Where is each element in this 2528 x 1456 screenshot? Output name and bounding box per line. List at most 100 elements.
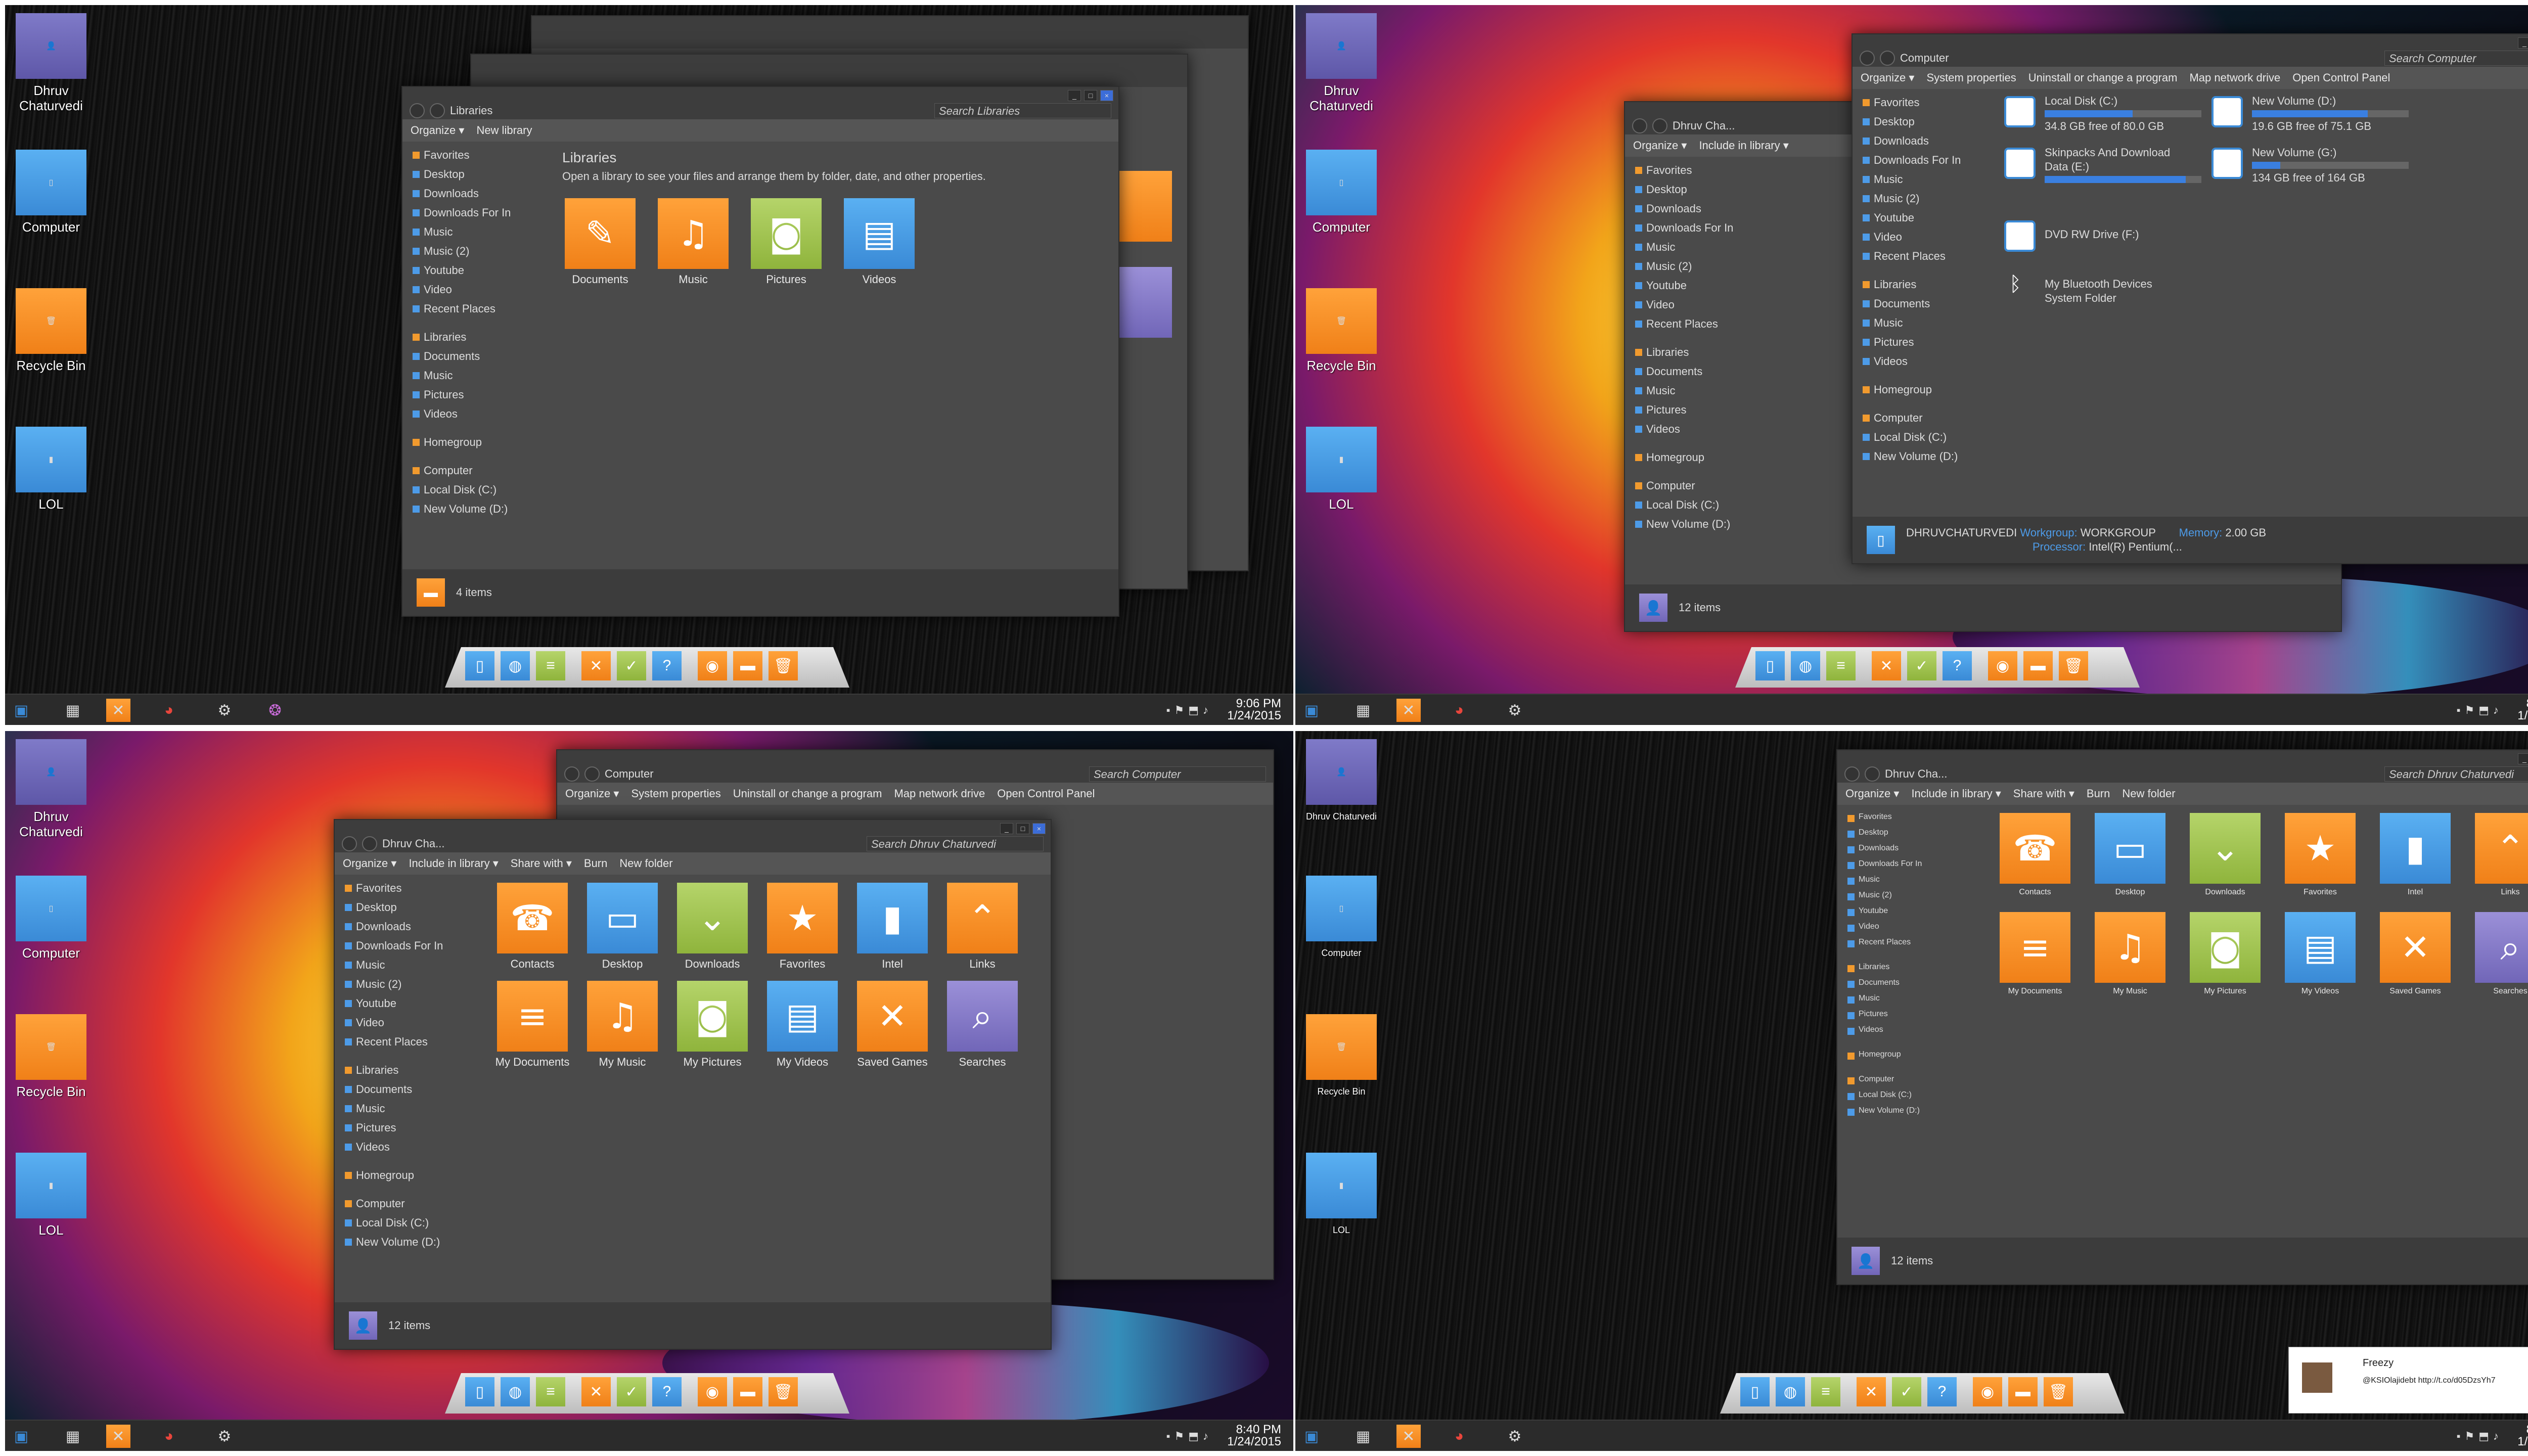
system-tray[interactable]: ▪⚑⬒♪ xyxy=(2457,1430,2503,1443)
folder-favorites[interactable]: ★ Favorites xyxy=(2282,813,2358,897)
nav-item[interactable]: New Volume (D:) xyxy=(412,499,544,519)
apps-grid-icon[interactable]: ▦ xyxy=(61,1425,85,1448)
nav-computer[interactable]: Computer xyxy=(412,461,544,480)
dock-globe-icon[interactable]: ◍ xyxy=(501,1377,530,1406)
settings-gear-icon[interactable]: ⚙ xyxy=(1503,699,1527,722)
clock[interactable]: 8:41 PM1/24/2015 xyxy=(2517,698,2528,722)
desktop-icon-lol[interactable]: ▮ LOL xyxy=(8,427,94,512)
start-button-icon[interactable]: ▣ xyxy=(1299,1425,1324,1448)
minimize-button[interactable]: _ xyxy=(1068,90,1081,101)
folder-my-documents[interactable]: ≡ My Documents xyxy=(494,981,570,1069)
breadcrumb[interactable]: Dhruv Cha... xyxy=(1673,119,1735,132)
dock-games-icon[interactable]: ✕ xyxy=(581,1377,611,1406)
map-network-drive-button[interactable]: Map network drive xyxy=(2189,71,2280,84)
folder-desktop[interactable]: ▭ Desktop xyxy=(584,883,660,971)
nav-item[interactable]: Youtube xyxy=(412,261,544,280)
settings-gear-icon[interactable]: ⚙ xyxy=(212,699,237,722)
games-taskbar-icon[interactable]: ✕ xyxy=(106,699,130,722)
dock-trash-icon[interactable]: 🗑 xyxy=(2044,1377,2073,1406)
dock-trash-icon[interactable]: 🗑 xyxy=(769,651,798,680)
folder-searches[interactable]: ⌕ Searches xyxy=(2472,912,2528,996)
dock-help-icon[interactable]: ? xyxy=(1943,651,1972,680)
folder-saved-games[interactable]: ✕ Saved Games xyxy=(854,981,930,1069)
nav-item[interactable]: Downloads For In xyxy=(412,203,544,222)
include-in-library-button[interactable]: Include in library ▾ xyxy=(1911,787,2001,800)
dock-phone-icon[interactable]: ▯ xyxy=(465,1377,494,1406)
new-folder-button[interactable]: New folder xyxy=(2122,787,2175,800)
breadcrumb[interactable]: Dhruv Cha... xyxy=(1885,767,1948,781)
games-taskbar-icon[interactable]: ✕ xyxy=(1396,1425,1421,1448)
address-bar[interactable]: Computer xyxy=(1860,51,2376,66)
folder-my-documents[interactable]: ≡ My Documents xyxy=(1997,912,2073,996)
start-button-icon[interactable]: ▣ xyxy=(9,699,33,722)
folder-my-pictures[interactable]: ◙ My Pictures xyxy=(2187,912,2263,996)
dock-check-icon[interactable]: ✓ xyxy=(1892,1377,1921,1406)
desktop-icon-recycle-bin[interactable]: 🗑 Recycle Bin xyxy=(1298,1014,1384,1099)
new-folder-button[interactable]: New folder xyxy=(619,857,672,870)
close-button[interactable]: × xyxy=(1032,823,1046,834)
search-input[interactable]: Search Dhruv Chaturvedi xyxy=(2384,766,2528,782)
dock-games-icon[interactable]: ✕ xyxy=(1857,1377,1886,1406)
nav-item[interactable]: Music xyxy=(412,366,544,385)
start-button-icon[interactable]: ▣ xyxy=(9,1425,33,1448)
dock-phone-icon[interactable]: ▯ xyxy=(465,651,494,680)
include-in-library-button[interactable]: Include in library ▾ xyxy=(409,857,498,870)
forward-button[interactable] xyxy=(1880,51,1895,66)
system-tray[interactable]: ▪⚑⬒♪ xyxy=(1166,1430,1212,1443)
organize-button[interactable]: Organize ▾ xyxy=(1861,71,1914,84)
folder-saved-games[interactable]: ✕ Saved Games xyxy=(2377,912,2453,996)
dock-list-icon[interactable]: ≡ xyxy=(1826,651,1856,680)
library-pictures[interactable]: ◙ Pictures xyxy=(748,198,824,286)
folder-contacts[interactable]: ☎ Contacts xyxy=(494,883,570,971)
back-button[interactable] xyxy=(1860,51,1875,66)
folder-contacts[interactable]: ☎ Contacts xyxy=(1997,813,2073,897)
share-with-button[interactable]: Share with ▾ xyxy=(511,857,572,870)
desktop-icon-computer[interactable]: ▯ Computer xyxy=(8,150,94,235)
nav-libraries[interactable]: Libraries xyxy=(412,328,544,347)
desktop-icon-recycle-bin[interactable]: 🗑 Recycle Bin xyxy=(8,1014,94,1099)
clock[interactable]: 8:40 PM 1/24/2015 xyxy=(1227,1424,1281,1448)
nav-item[interactable]: Downloads xyxy=(412,184,544,203)
burn-button[interactable]: Burn xyxy=(2087,787,2110,800)
games-taskbar-icon[interactable]: ✕ xyxy=(106,1425,130,1448)
clock[interactable]: 9:06 PM 1/24/2015 xyxy=(1227,698,1281,722)
folder-links[interactable]: ⌃ Links xyxy=(2472,813,2528,897)
desktop-icon-computer[interactable]: ▯ Computer xyxy=(1298,150,1384,235)
dock-games-icon[interactable]: ✕ xyxy=(1872,651,1901,680)
dock-list-icon[interactable]: ≡ xyxy=(536,1377,565,1406)
dock-phone-icon[interactable]: ▯ xyxy=(1755,651,1785,680)
folder-downloads[interactable]: ⌄ Downloads xyxy=(2187,813,2263,897)
organize-button[interactable]: Organize ▾ xyxy=(1845,787,1899,800)
address-bar[interactable]: Dhruv Cha... xyxy=(1844,766,2376,782)
search-input[interactable]: Search Computer xyxy=(2384,51,2528,66)
desktop-icon-computer[interactable]: ▯ Computer xyxy=(8,876,94,961)
libraries-window[interactable]: _ □ × Libraries Search Libraries Organize … xyxy=(401,86,1119,617)
dock-globe-icon[interactable]: ◍ xyxy=(501,651,530,680)
folder-searches[interactable]: ⌕ Searches xyxy=(944,981,1020,1069)
forward-button[interactable] xyxy=(430,103,445,118)
organize-button[interactable]: Organize ▾ xyxy=(411,124,464,137)
back-button[interactable] xyxy=(1844,766,1860,782)
search-input[interactable]: Search Dhruv Chaturvedi xyxy=(867,836,1044,851)
start-button-icon[interactable]: ▣ xyxy=(1299,699,1324,722)
chrome-icon[interactable]: ◕ xyxy=(1447,699,1471,722)
nav-item[interactable]: Recent Places xyxy=(412,299,544,318)
dock-trash-icon[interactable]: 🗑 xyxy=(769,1377,798,1406)
breadcrumb[interactable]: Dhruv Cha... xyxy=(382,837,445,850)
desktop-icon-lol[interactable]: ▮ LOL xyxy=(1298,1153,1384,1238)
dock-disc-icon[interactable]: ◉ xyxy=(1988,651,2017,680)
dock-games-icon[interactable]: ✕ xyxy=(581,651,611,680)
desktop-icon-user[interactable]: 👤 Dhruv Chaturvedi xyxy=(8,13,94,113)
system-tray[interactable]: ▪⚑⬒♪ xyxy=(2457,704,2503,717)
apps-grid-icon[interactable]: ▦ xyxy=(1351,699,1375,722)
chrome-icon[interactable]: ◕ xyxy=(1447,1425,1471,1448)
dock-help-icon[interactable]: ? xyxy=(652,651,682,680)
new-library-button[interactable]: New library xyxy=(476,124,532,137)
forward-button[interactable] xyxy=(1865,766,1880,782)
dock-disc-icon[interactable]: ◉ xyxy=(698,1377,727,1406)
computer-window[interactable]: _□× Computer Search Computer Organize ▾ … xyxy=(1852,33,2528,564)
library-videos[interactable]: ▤ Videos xyxy=(841,198,917,286)
settings-gear-icon[interactable]: ⚙ xyxy=(212,1425,237,1448)
dock-help-icon[interactable]: ? xyxy=(652,1377,682,1406)
desktop-icon-user[interactable]: 👤 Dhruv Chaturvedi xyxy=(1298,739,1384,824)
